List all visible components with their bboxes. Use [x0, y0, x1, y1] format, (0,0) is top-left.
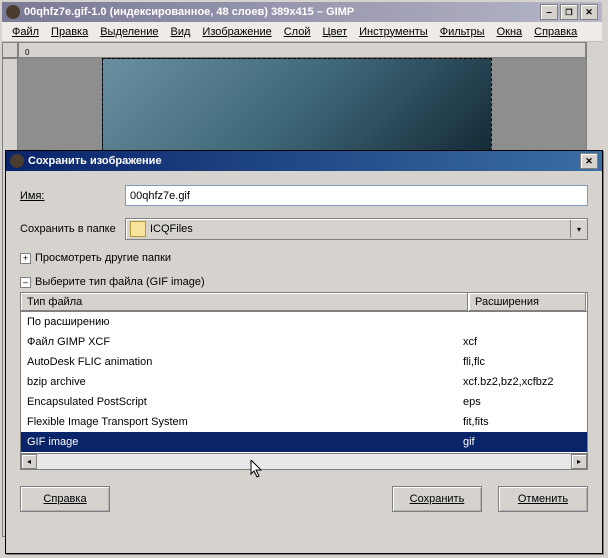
browse-other-expander[interactable]: + Просмотреть другие папки [20, 252, 588, 264]
scroll-track[interactable] [37, 454, 571, 469]
choose-type-label: Выберите тип файла (GIF image) [35, 276, 205, 288]
dialog-title: Сохранить изображение [28, 155, 580, 167]
dialog-app-icon [10, 154, 24, 168]
dialog-body: Имя: Сохранить в папке ICQFiles + Просмо… [6, 171, 602, 522]
ruler-horizontal[interactable]: 0 [18, 42, 586, 58]
folder-icon [130, 221, 146, 237]
file-type-row[interactable]: Flexible Image Transport Systemfit,fits [21, 412, 587, 432]
ruler-corner [2, 42, 18, 58]
file-type-name: GIF image [27, 436, 463, 448]
folder-combo[interactable]: ICQFiles [125, 218, 588, 240]
chevron-down-icon[interactable] [570, 220, 587, 238]
file-type-name: Файл GIMP XCF [27, 336, 463, 348]
menu-view[interactable]: Вид [165, 24, 197, 40]
minus-icon: – [20, 277, 31, 288]
scroll-left-icon[interactable]: ◂ [21, 454, 37, 469]
file-type-name: По расширению [27, 316, 463, 328]
menu-file[interactable]: Файл [6, 24, 45, 40]
close-button[interactable] [580, 4, 598, 20]
gimp-menubar: Файл Правка Выделение Вид Изображение Сл… [2, 22, 602, 42]
file-type-table: Тип файла Расширения По расширению Файл G… [20, 292, 588, 470]
file-type-ext: fit,fits [463, 416, 581, 428]
dialog-close-button[interactable] [580, 153, 598, 169]
col-ext-header[interactable]: Расширения [469, 293, 587, 311]
plus-icon: + [20, 253, 31, 264]
choose-type-expander[interactable]: – Выберите тип файла (GIF image) [20, 276, 588, 288]
dialog-button-row: Справка Сохранить Отменить [20, 470, 588, 512]
file-type-row[interactable]: bzip archivexcf.bz2,bz2,xcfbz2 [21, 372, 587, 392]
menu-help[interactable]: Справка [528, 24, 583, 40]
menu-layer[interactable]: Слой [278, 24, 317, 40]
file-type-row[interactable]: По расширению [21, 312, 587, 332]
menu-edit[interactable]: Правка [45, 24, 94, 40]
minimize-button[interactable] [540, 4, 558, 20]
menu-tools[interactable]: Инструменты [353, 24, 434, 40]
filename-row: Имя: [20, 185, 588, 206]
help-button[interactable]: Справка [20, 486, 110, 512]
browse-other-label: Просмотреть другие папки [35, 252, 171, 264]
gimp-app-icon [6, 5, 20, 19]
file-type-body[interactable]: По расширениюФайл GIMP XCFxcfAutoDesk FL… [21, 312, 587, 453]
file-type-name: bzip archive [27, 376, 463, 388]
gimp-titlebar[interactable]: 00qhfz7e.gif-1.0 (индексированное, 48 сл… [2, 2, 602, 22]
menu-color[interactable]: Цвет [316, 24, 353, 40]
file-type-ext: eps [463, 396, 581, 408]
folder-value: ICQFiles [150, 223, 570, 235]
file-type-row[interactable]: AutoDesk FLIC animationfli,flc [21, 352, 587, 372]
horizontal-scrollbar[interactable]: ◂ ▸ [21, 453, 587, 469]
col-type-header[interactable]: Тип файла [21, 293, 469, 311]
file-type-name: Flexible Image Transport System [27, 416, 463, 428]
file-type-ext: fli,flc [463, 356, 581, 368]
maximize-button[interactable] [560, 4, 578, 20]
file-type-row[interactable]: GIF imagegif [21, 432, 587, 452]
file-type-name: AutoDesk FLIC animation [27, 356, 463, 368]
menu-select[interactable]: Выделение [94, 24, 164, 40]
file-type-ext: gif [463, 436, 581, 448]
cancel-button[interactable]: Отменить [498, 486, 588, 512]
scroll-right-icon[interactable]: ▸ [571, 454, 587, 469]
file-type-row[interactable]: Файл GIMP XCFxcf [21, 332, 587, 352]
save-button[interactable]: Сохранить [392, 486, 482, 512]
file-type-row[interactable]: Encapsulated PostScripteps [21, 392, 587, 412]
filename-input[interactable] [125, 185, 588, 206]
save-image-dialog: Сохранить изображение Имя: Сохранить в п… [5, 150, 603, 554]
gimp-title-text: 00qhfz7e.gif-1.0 (индексированное, 48 сл… [24, 6, 540, 18]
folder-label: Сохранить в папке [20, 223, 125, 235]
folder-row: Сохранить в папке ICQFiles [20, 218, 588, 240]
dialog-titlebar[interactable]: Сохранить изображение [6, 151, 602, 171]
file-type-ext: xcf.bz2,bz2,xcfbz2 [463, 376, 581, 388]
file-type-ext: xcf [463, 336, 581, 348]
filename-label: Имя: [20, 190, 125, 202]
menu-image[interactable]: Изображение [196, 24, 277, 40]
file-type-name: Encapsulated PostScript [27, 396, 463, 408]
file-type-header: Тип файла Расширения [21, 293, 587, 312]
menu-filters[interactable]: Фильтры [434, 24, 491, 40]
file-type-ext [463, 316, 581, 328]
menu-windows[interactable]: Окна [491, 24, 529, 40]
